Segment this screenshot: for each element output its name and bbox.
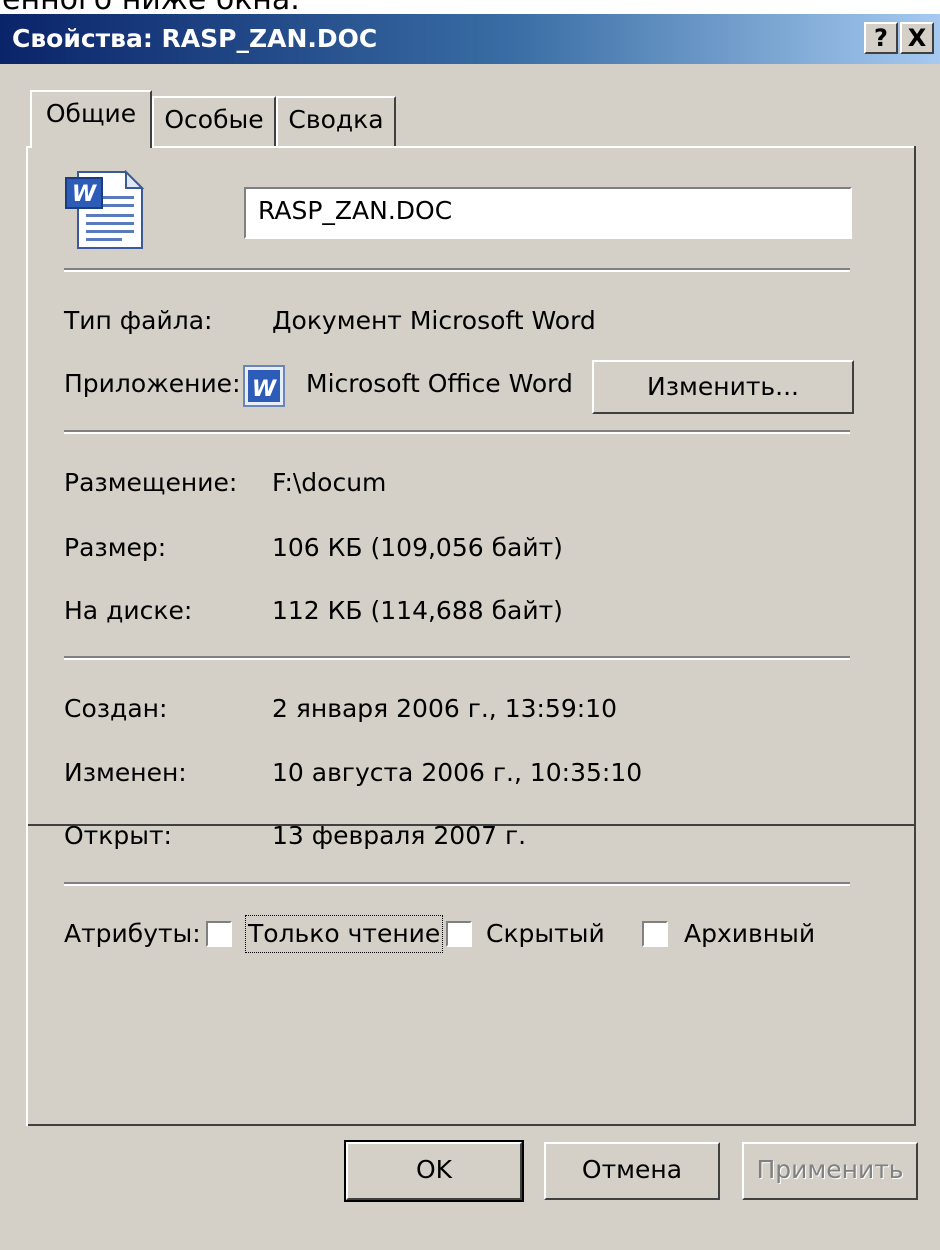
panel-bottom-edge xyxy=(26,1124,916,1126)
tab-custom-label: Особые xyxy=(164,105,264,134)
size-value: 106 КБ (109,056 байт) xyxy=(272,533,563,562)
word-app-icon: W xyxy=(243,365,285,407)
application-value: Microsoft Office Word xyxy=(306,369,573,398)
title-bar[interactable]: Свойства: RASP_ZAN.DOC ? X xyxy=(0,14,940,64)
hidden-checkbox[interactable] xyxy=(446,921,472,947)
archive-checkbox[interactable] xyxy=(642,921,668,947)
location-value: F:\docum xyxy=(272,468,387,497)
disk-size-label: На диске: xyxy=(64,596,193,625)
close-button[interactable]: X xyxy=(900,22,934,54)
separator-2 xyxy=(64,430,850,434)
cancel-button-label: Отмена xyxy=(581,1155,683,1184)
opened-value: 13 февраля 2007 г. xyxy=(272,821,527,850)
opened-label: Открыт: xyxy=(64,821,172,850)
panel-left-edge xyxy=(26,146,28,1126)
modified-label: Изменен: xyxy=(64,758,187,787)
separator-1 xyxy=(64,268,850,272)
svg-text:W: W xyxy=(72,182,98,207)
file-name-input[interactable]: RASP_ZAN.DOC xyxy=(244,187,852,239)
window-title: Свойства: RASP_ZAN.DOC xyxy=(12,24,378,53)
created-label: Создан: xyxy=(64,694,168,723)
tab-summary[interactable]: Сводка xyxy=(276,96,396,146)
ok-button[interactable]: OK xyxy=(344,1140,524,1202)
created-value: 2 января 2006 г., 13:59:10 xyxy=(272,694,617,723)
tab-summary-label: Сводка xyxy=(288,105,384,134)
apply-button[interactable]: Применить xyxy=(742,1142,918,1200)
cancel-button[interactable]: Отмена xyxy=(544,1142,720,1200)
word-document-icon: W xyxy=(65,170,145,249)
background-text-snippet: енного ниже окна. xyxy=(0,0,940,14)
svg-text:W: W xyxy=(252,377,278,402)
change-button[interactable]: Изменить... xyxy=(592,360,854,414)
separator-4 xyxy=(64,882,850,886)
readonly-checkbox[interactable] xyxy=(206,921,232,947)
readonly-label[interactable]: Только чтение xyxy=(244,915,444,953)
ok-button-label: OK xyxy=(415,1155,453,1184)
hidden-label[interactable]: Скрытый xyxy=(486,918,605,950)
apply-button-label: Применить xyxy=(756,1155,904,1184)
archive-label[interactable]: Архивный xyxy=(684,918,815,950)
help-button[interactable]: ? xyxy=(864,22,898,54)
application-label: Приложение: xyxy=(64,369,241,398)
separator-3 xyxy=(64,656,850,660)
size-label: Размер: xyxy=(64,533,167,562)
location-label: Размещение: xyxy=(64,468,238,497)
tab-custom[interactable]: Особые xyxy=(152,96,276,146)
tab-general-label: Общие xyxy=(45,99,137,128)
tab-general[interactable]: Общие xyxy=(30,90,152,148)
file-type-label: Тип файла: xyxy=(64,306,213,335)
attributes-label: Атрибуты: xyxy=(64,919,201,948)
disk-size-value: 112 КБ (114,688 байт) xyxy=(272,596,563,625)
change-button-label: Изменить... xyxy=(647,372,799,401)
modified-value: 10 августа 2006 г., 10:35:10 xyxy=(272,758,643,787)
file-type-value: Документ Microsoft Word xyxy=(272,306,596,335)
panel-right-edge xyxy=(914,146,916,1126)
